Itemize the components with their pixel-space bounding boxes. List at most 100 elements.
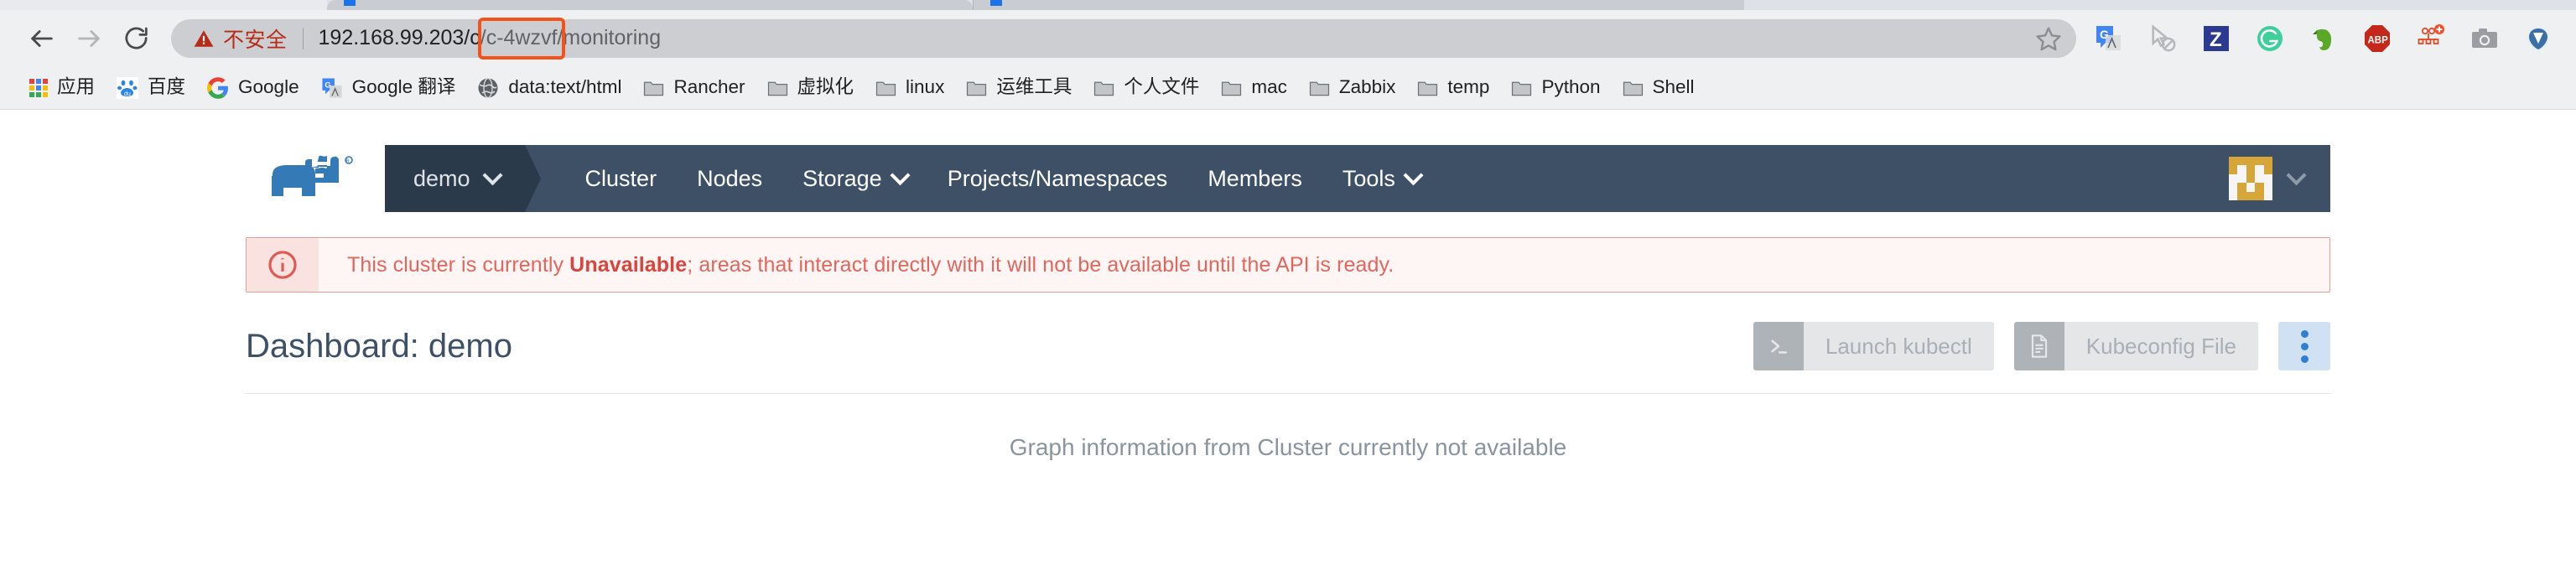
vertical-dots-icon[interactable] — [2278, 322, 2330, 370]
bookmark-label: Zabbix — [1339, 78, 1396, 97]
bookmark-label: temp — [1447, 78, 1489, 97]
info-circle-icon — [247, 238, 319, 292]
bookmark-folder-virtualization[interactable]: 虚拟化 — [756, 75, 865, 101]
bookmark-folder-ops-tools[interactable]: 运维工具 — [955, 75, 1083, 101]
nav-item-tools[interactable]: Tools — [1322, 166, 1441, 192]
bookmark-baidu[interactable]: du 百度 — [106, 74, 196, 102]
banner-status-word: Unavailable — [569, 253, 687, 277]
bookmark-label: linux — [906, 78, 944, 97]
nav-item-label: Tools — [1343, 166, 1395, 192]
nav-item-nodes[interactable]: Nodes — [677, 166, 782, 192]
sitemap-extension-icon[interactable] — [2415, 23, 2447, 54]
bookmark-folder-personal-files[interactable]: 个人文件 — [1083, 75, 1210, 101]
kubeconfig-file-button[interactable]: Kubeconfig File — [2014, 322, 2258, 370]
nav-item-members[interactable]: Members — [1187, 166, 1322, 192]
nav-links: Cluster Nodes Storage Projects/Namespace… — [525, 145, 1441, 212]
zotero-extension-icon[interactable]: Z — [2200, 23, 2232, 54]
google-translate-icon: G — [321, 77, 343, 99]
folder-icon — [1511, 79, 1532, 96]
evernote-extension-icon[interactable] — [2308, 23, 2340, 54]
rancher-header: R demo Cluster Nodes Storage — [246, 145, 2330, 212]
bookmark-google[interactable]: Google — [196, 74, 310, 102]
back-arrow-icon[interactable] — [18, 15, 65, 62]
bookmark-label: Google 翻译 — [352, 78, 456, 97]
bookmark-folder-shell[interactable]: Shell — [1612, 75, 1706, 101]
document-icon — [2014, 322, 2064, 370]
bookmark-folder-temp[interactable]: temp — [1406, 75, 1500, 101]
tab-strip — [0, 0, 2576, 10]
user-menu[interactable] — [2229, 145, 2330, 212]
folder-icon — [1417, 79, 1438, 96]
svg-text:Z: Z — [2210, 28, 2222, 51]
launch-kubectl-button[interactable]: Launch kubectl — [1753, 322, 1994, 370]
reload-icon[interactable] — [112, 15, 159, 62]
nav-item-label: Members — [1208, 166, 1302, 192]
apps-grid-icon — [29, 79, 48, 97]
bookmark-apps[interactable]: 应用 — [18, 75, 106, 101]
tab-favicon — [990, 0, 1002, 6]
cluster-switcher[interactable]: demo — [385, 145, 525, 212]
bookmark-folder-linux[interactable]: linux — [865, 75, 955, 101]
cursor-block-extension-icon[interactable] — [2147, 23, 2179, 54]
vysor-extension-icon[interactable] — [2522, 23, 2554, 54]
rancher-cow-logo[interactable]: R — [246, 145, 385, 212]
folder-icon — [1093, 79, 1114, 96]
bookmark-data-text-html[interactable]: data:text/html — [466, 74, 632, 102]
folder-icon — [1623, 79, 1644, 96]
forward-arrow-icon — [65, 15, 112, 62]
bookmark-label: Python — [1541, 78, 1600, 97]
nav-item-label: Cluster — [585, 166, 657, 192]
banner-text-after: ; areas that interact directly with it w… — [687, 253, 1394, 277]
nav-item-storage[interactable]: Storage — [782, 166, 927, 192]
action-buttons: Launch kubectl Kubeconfig File — [1753, 322, 2330, 370]
launch-kubectl-label: Launch kubectl — [1804, 322, 1994, 370]
nav-item-cluster[interactable]: Cluster — [565, 166, 678, 192]
extension-icons: G Z — [2093, 23, 2558, 54]
url-highlighted-segment: /c-4wzvf/ — [480, 26, 564, 50]
google-translate-extension-icon[interactable]: G — [2093, 23, 2125, 54]
chevron-down-icon — [2286, 165, 2306, 185]
folder-icon — [1221, 79, 1242, 96]
bookmark-label: 应用 — [57, 78, 95, 97]
folder-icon — [966, 79, 987, 96]
bookmark-folder-rancher[interactable]: Rancher — [632, 75, 756, 101]
nav-item-projects-namespaces[interactable]: Projects/Namespaces — [927, 166, 1188, 192]
nav-item-label: Projects/Namespaces — [948, 166, 1168, 192]
user-avatar-identicon — [2229, 157, 2272, 200]
nav-item-label: Storage — [802, 166, 882, 192]
bookmark-folder-mac[interactable]: mac — [1210, 75, 1298, 101]
adblock-plus-extension-icon[interactable]: ABP — [2361, 23, 2393, 54]
chevron-down-icon — [890, 165, 910, 185]
url-text[interactable]: 192.168.99.203/c /c-4wzvf/ monitoring — [319, 26, 662, 50]
svg-text:du: du — [124, 91, 131, 97]
bookmark-label: data:text/html — [508, 78, 621, 97]
bookmark-star-icon[interactable] — [2028, 18, 2070, 60]
bookmark-label: Shell — [1653, 78, 1695, 97]
bookmark-label: Rancher — [673, 78, 745, 97]
url-suffix: monitoring — [563, 26, 661, 50]
bookmarks-bar: 应用 du 百度 Google — [0, 66, 2576, 110]
url-prefix: 192.168.99.203/c — [319, 26, 480, 50]
omnibox[interactable]: 不安全 192.168.99.203/c /c-4wzvf/ monitorin… — [171, 19, 2076, 58]
grammarly-extension-icon[interactable] — [2254, 23, 2286, 54]
bookmark-label: mac — [1251, 78, 1287, 97]
bookmark-folder-zabbix[interactable]: Zabbix — [1298, 75, 1407, 101]
bookmark-folder-python[interactable]: Python — [1500, 75, 1611, 101]
browser-tab[interactable] — [327, 0, 973, 10]
screenshot-extension-icon[interactable] — [2469, 23, 2501, 54]
bookmark-label: 个人文件 — [1124, 78, 1199, 97]
page-title: Dashboard: demo — [246, 328, 512, 365]
kubeconfig-file-label: Kubeconfig File — [2064, 322, 2258, 370]
browser-toolbar: 不安全 192.168.99.203/c /c-4wzvf/ monitorin… — [0, 10, 2576, 66]
bookmark-google-translate[interactable]: G Google 翻译 — [310, 74, 467, 102]
bookmark-label: Google — [238, 78, 299, 97]
browser-tab-active[interactable] — [973, 0, 1744, 10]
dot — [2301, 355, 2309, 363]
browser-chrome: 不安全 192.168.99.203/c /c-4wzvf/ monitorin… — [0, 0, 2576, 110]
svg-text:R: R — [346, 159, 351, 164]
dot — [2301, 343, 2309, 350]
folder-icon — [1309, 79, 1330, 96]
chevron-down-icon — [1403, 165, 1423, 185]
security-status[interactable]: 不安全 — [193, 23, 288, 54]
banner-text-before: This cluster is currently — [347, 253, 569, 277]
